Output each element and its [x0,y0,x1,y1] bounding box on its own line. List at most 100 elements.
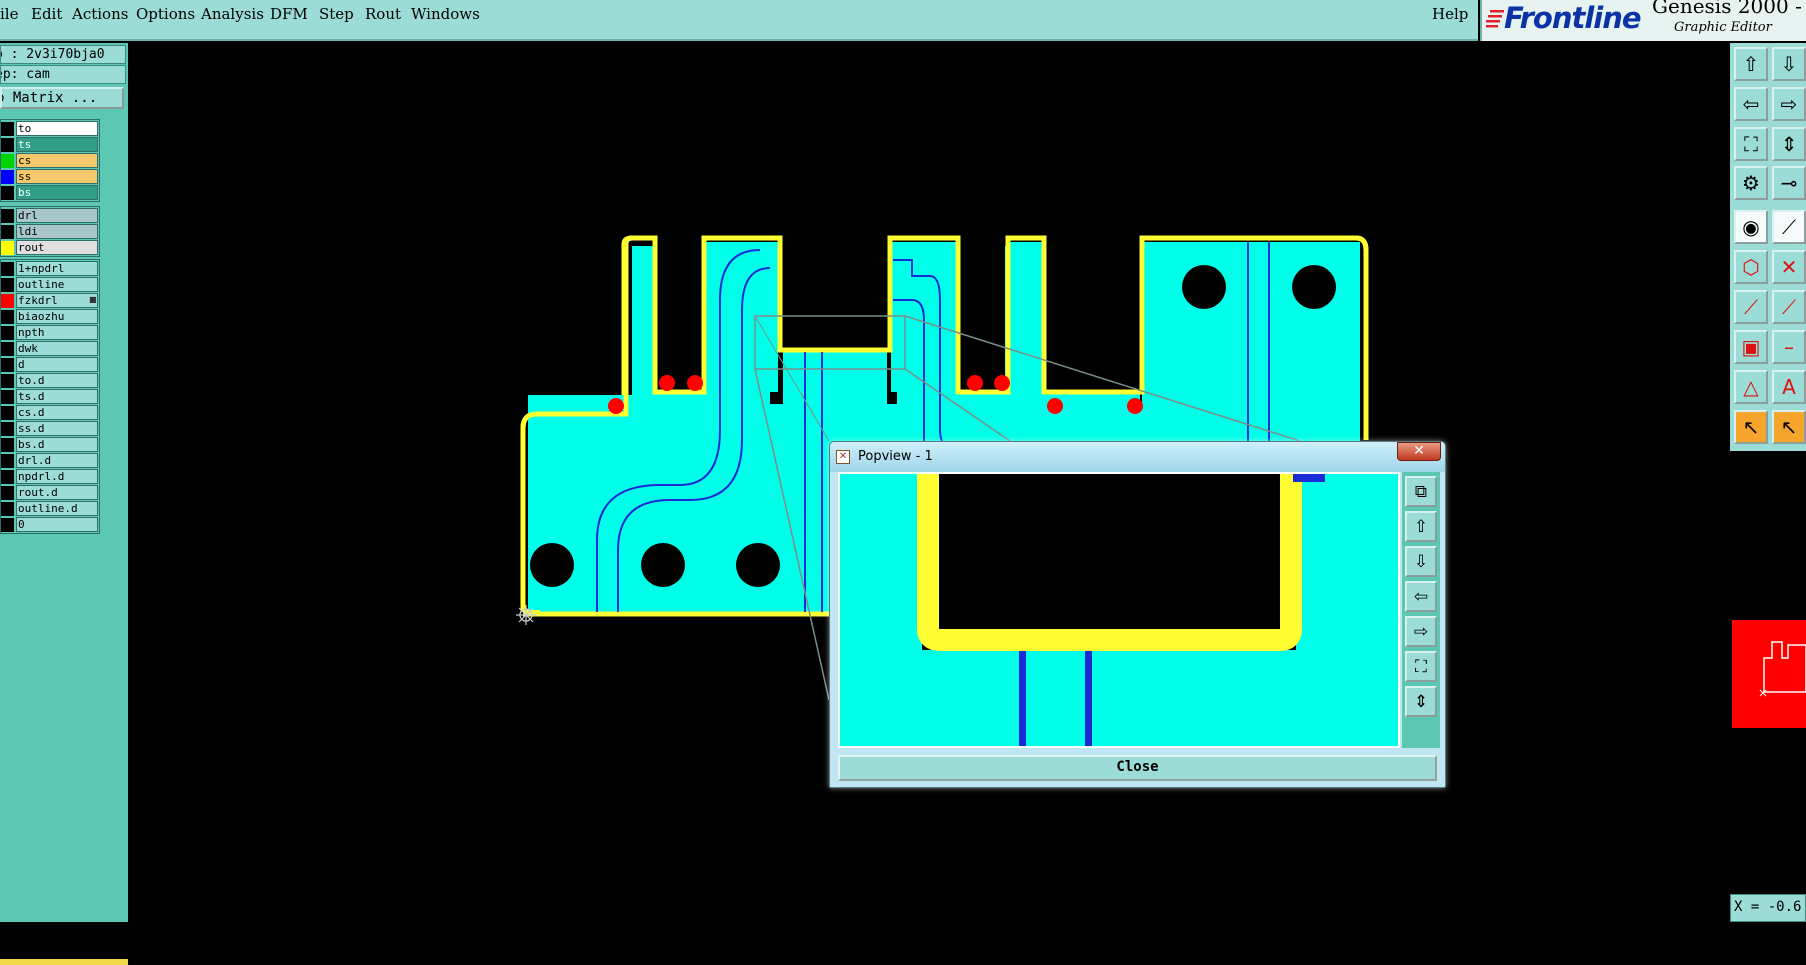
layer-name[interactable]: npdrl.d [16,469,98,484]
layer-color-swatch[interactable] [1,422,14,436]
menu-actions[interactable]: Actions [72,5,128,23]
layer-row[interactable]: npdrl.d [1,469,99,485]
overview-thumbnail[interactable] [1732,620,1806,728]
layer-name[interactable]: ldi [16,224,98,239]
layer-row[interactable]: ts.d [1,389,99,405]
layer-name[interactable]: d [16,357,98,372]
layer-row[interactable]: cs [1,153,99,169]
layer-color-swatch[interactable] [1,358,14,372]
popview-titlebar[interactable]: ✕ Popview - 1 ✕ [830,442,1445,472]
layer-color-swatch[interactable] [1,518,14,532]
layer-color-swatch[interactable] [1,454,14,468]
layer-color-swatch[interactable] [1,406,14,420]
layer-color-swatch[interactable] [1,138,14,152]
layer-row[interactable]: to.d [1,373,99,389]
zoom-window-button[interactable]: ⧉ [1405,476,1437,507]
select-line-button[interactable]: ⟋ [1772,210,1806,244]
pointer-button[interactable]: ↖ [1734,410,1768,444]
zoom-area-button[interactable]: ⇕ [1772,127,1806,161]
zoom-in-button[interactable]: ⇕ [1405,686,1437,717]
layer-color-swatch[interactable] [1,310,14,324]
layer-name[interactable]: ts [16,137,98,152]
menu-step[interactable]: Step [319,5,354,23]
pan-left-button[interactable]: ⇦ [1734,87,1768,121]
measure-button[interactable]: ⚙ [1734,166,1768,200]
layer-color-swatch[interactable] [1,122,14,136]
layer-name[interactable]: bs [16,185,98,200]
layer-color-swatch[interactable] [1,154,14,168]
layer-name[interactable]: ss.d [16,421,98,436]
layer-row[interactable]: ldi [1,224,99,240]
popview-canvas[interactable] [838,472,1400,748]
layer-color-swatch[interactable] [1,502,14,516]
layer-color-swatch[interactable] [1,486,14,500]
zoom-back-button[interactable]: ⇩ [1405,546,1437,577]
line-split-button[interactable]: – [1772,330,1806,364]
layer-color-swatch[interactable] [1,170,14,184]
layer-row[interactable]: dwk [1,341,99,357]
layer-row[interactable]: cs.d [1,405,99,421]
menu-help[interactable]: Help [1432,5,1468,23]
layer-row[interactable]: biaozhu [1,309,99,325]
zoom-home-button[interactable]: ⇧ [1734,47,1768,81]
layer-name[interactable]: drl [16,208,98,223]
layer-name[interactable]: fzkdrl [16,293,98,308]
menu-rout[interactable]: Rout [365,5,401,23]
popview-close-button[interactable]: Close [838,755,1437,781]
layer-name[interactable]: dwk [16,341,98,356]
layer-row[interactable]: ss.d [1,421,99,437]
layer-color-swatch[interactable] [1,262,14,276]
layer-row[interactable]: npth [1,325,99,341]
menu-windows[interactable]: Windows [411,5,480,23]
menu-file[interactable]: ile [0,5,18,23]
menu-options[interactable]: Options [136,5,195,23]
layer-row[interactable]: outline [1,277,99,293]
slope-alt-button[interactable]: ⟋ [1772,290,1806,324]
select-pad-button[interactable]: ◉ [1734,210,1768,244]
layer-name[interactable]: to.d [16,373,98,388]
layer-name[interactable]: ts.d [16,389,98,404]
layer-color-swatch[interactable] [1,390,14,404]
cross-button[interactable]: ✕ [1772,250,1806,284]
layer-name[interactable]: outline [16,277,98,292]
zoom-fit-button[interactable]: ⛶ [1734,127,1768,161]
layer-color-swatch[interactable] [1,225,14,239]
zoom-home-button[interactable]: ⇧ [1405,511,1437,542]
layer-row[interactable]: ss [1,169,99,185]
layer-color-swatch[interactable] [1,278,14,292]
layer-name[interactable]: ss [16,169,98,184]
layer-row[interactable]: 1+npdrl [1,261,99,277]
layer-color-swatch[interactable] [1,438,14,452]
layer-row[interactable]: to [1,121,99,137]
zoom-fit-button[interactable]: ⛶ [1405,651,1437,682]
menu-dfm[interactable]: DFM [270,5,308,23]
layer-color-swatch[interactable] [1,241,14,255]
layer-name[interactable]: cs [16,153,98,168]
layer-color-swatch[interactable] [1,186,14,200]
pan-right-button[interactable]: ⇨ [1772,87,1806,121]
layer-row[interactable]: rout [1,240,99,256]
layer-row[interactable]: rout.d [1,485,99,501]
layer-name[interactable]: biaozhu [16,309,98,324]
layer-row[interactable]: drl.d [1,453,99,469]
layer-name[interactable]: outline.d [16,501,98,516]
snap-button[interactable]: ⊸ [1772,166,1806,200]
layer-color-swatch[interactable] [1,294,14,308]
layer-name[interactable]: drl.d [16,453,98,468]
layer-name[interactable]: bs.d [16,437,98,452]
layer-row[interactable]: ts [1,137,99,153]
job-matrix-button[interactable]: b Matrix ... [0,87,124,109]
window-close-icon[interactable]: ✕ [1397,442,1441,461]
layer-row[interactable]: d [1,357,99,373]
layer-row[interactable]: drl [1,208,99,224]
nodes-button[interactable]: ⬡ [1734,250,1768,284]
layer-color-swatch[interactable] [1,470,14,484]
layer-name[interactable]: 0 [16,517,98,532]
layer-name[interactable]: 1+npdrl [16,261,98,276]
layer-color-swatch[interactable] [1,342,14,356]
pad-move-button[interactable]: ▣ [1734,330,1768,364]
layer-name[interactable]: npth [16,325,98,340]
pointer-alt-button[interactable]: ↖ [1772,410,1806,444]
layer-color-swatch[interactable] [1,326,14,340]
menu-analysis[interactable]: Analysis [201,5,264,23]
